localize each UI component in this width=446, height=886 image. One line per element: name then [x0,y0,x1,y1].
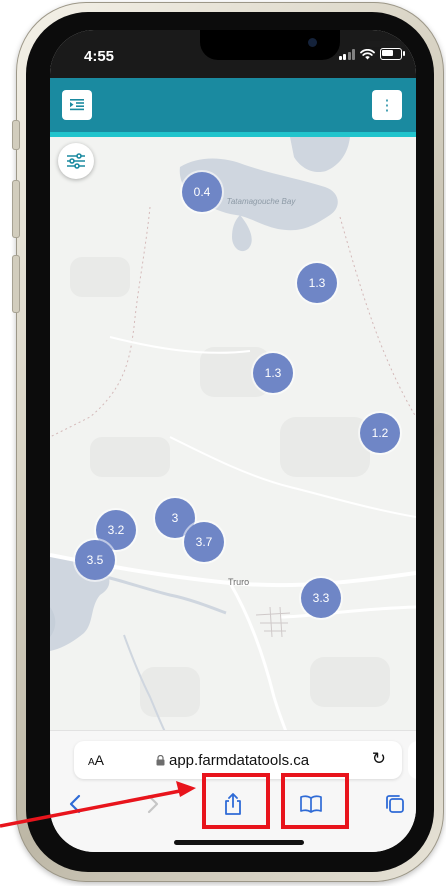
annotation-arrow [0,781,196,828]
